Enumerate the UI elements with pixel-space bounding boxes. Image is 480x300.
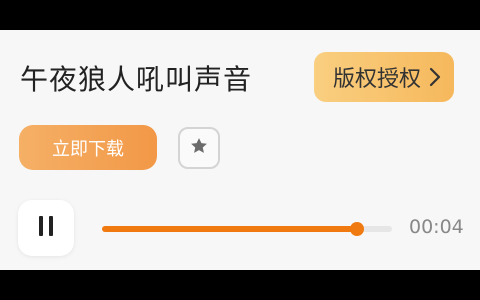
progress-thumb[interactable] xyxy=(350,222,365,236)
star-icon xyxy=(189,136,209,160)
progress-fill xyxy=(102,226,358,232)
license-button[interactable]: 版权授权 xyxy=(314,52,454,102)
pause-button[interactable] xyxy=(18,200,74,256)
progress-track[interactable] xyxy=(102,222,392,236)
chevron-right-icon xyxy=(429,67,441,87)
current-time: 00:04 xyxy=(409,216,464,238)
download-button-label: 立即下载 xyxy=(52,138,124,160)
license-button-label: 版权授权 xyxy=(332,67,421,92)
sound-card: 午夜狼人吼叫声音 版权授权 立即下载 00:04 xyxy=(0,30,480,270)
favorite-button[interactable] xyxy=(178,127,220,169)
sound-title: 午夜狼人吼叫声音 xyxy=(20,63,253,96)
pause-icon xyxy=(38,215,54,241)
download-button[interactable]: 立即下载 xyxy=(19,125,157,170)
audio-player: 00:04 xyxy=(0,198,480,258)
